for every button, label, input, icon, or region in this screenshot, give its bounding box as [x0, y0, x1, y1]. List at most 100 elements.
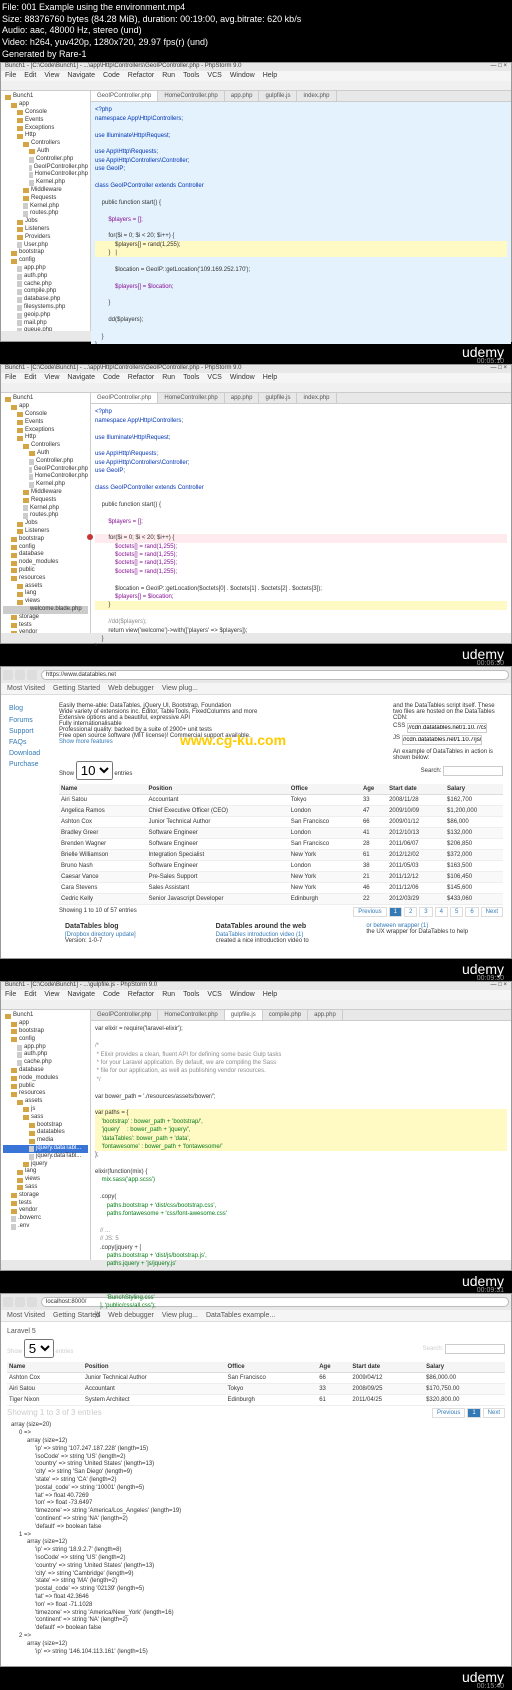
address-bar[interactable]: https://www.datatables.net	[41, 670, 509, 680]
col-name[interactable]: Name	[7, 1362, 83, 1373]
menu-window[interactable]: Window	[230, 991, 255, 999]
menu-help[interactable]: Help	[263, 72, 277, 80]
tab-app[interactable]: app.php	[225, 91, 260, 101]
page-4[interactable]: 4	[435, 907, 448, 917]
search-input[interactable]	[445, 1344, 505, 1354]
tab[interactable]: HomeController.php	[158, 1010, 224, 1020]
tab-home[interactable]: HomeController.php	[158, 393, 224, 403]
forward-button[interactable]	[15, 670, 25, 680]
col-salary[interactable]: Salary	[424, 1362, 505, 1373]
menu-window[interactable]: Window	[230, 374, 255, 382]
menu-edit[interactable]: Edit	[24, 374, 36, 382]
toolbar[interactable]	[1, 383, 511, 393]
menu-tools[interactable]: Tools	[183, 991, 199, 999]
table-row[interactable]: Brielle WilliamsonIntegration Specialist…	[59, 850, 503, 861]
code-editor[interactable]: <?php namespace App\Http\Controllers; us…	[91, 102, 511, 353]
reload-button[interactable]	[27, 670, 37, 680]
menu-code[interactable]: Code	[103, 374, 120, 382]
next-button[interactable]: Next	[481, 907, 503, 917]
tab-index[interactable]: index.php	[297, 393, 336, 403]
menu-edit[interactable]: Edit	[24, 991, 36, 999]
tab[interactable]: compile.php	[263, 1010, 308, 1020]
table-row[interactable]: Ashton CoxJunior Technical AuthorSan Fra…	[7, 1373, 505, 1384]
tab-index[interactable]: index.php	[297, 91, 336, 101]
window-controls[interactable]: — □ ×	[491, 982, 507, 990]
nav-forums[interactable]: Forums	[9, 715, 51, 726]
menu-navigate[interactable]: Navigate	[67, 72, 95, 80]
toolbar[interactable]	[1, 1000, 511, 1010]
col-name[interactable]: Name	[59, 784, 146, 795]
menu-edit[interactable]: Edit	[24, 72, 36, 80]
table-row[interactable]: Caesar VancePre-Sales SupportNew York212…	[59, 872, 503, 883]
bookmark[interactable]: View plug...	[162, 685, 198, 692]
code-editor[interactable]: <?php namespace App\Http\Controllers; us…	[91, 404, 511, 655]
prev-button[interactable]: Previous	[432, 1408, 465, 1418]
col-startdate[interactable]: Start date	[387, 784, 445, 795]
menu-view[interactable]: View	[44, 374, 59, 382]
js-input[interactable]	[402, 735, 482, 745]
menu-file[interactable]: File	[5, 72, 16, 80]
table-row[interactable]: Brenden WagnerSoftware EngineerSan Franc…	[59, 839, 503, 850]
search-input[interactable]	[443, 766, 503, 776]
reload-button[interactable]	[27, 1297, 37, 1307]
col-office[interactable]: Office	[289, 784, 361, 795]
page-6[interactable]: 6	[465, 907, 478, 917]
tab-geoip[interactable]: GeoIPController.php	[91, 393, 158, 403]
window-controls[interactable]: — □ ×	[491, 63, 507, 71]
tab-geoip[interactable]: GeoIPController.php	[91, 91, 158, 101]
menu-tools[interactable]: Tools	[183, 72, 199, 80]
menu-refactor[interactable]: Refactor	[128, 374, 154, 382]
tab-gulp[interactable]: gulpfile.js	[259, 393, 297, 403]
menu-help[interactable]: Help	[263, 991, 277, 999]
menu-file[interactable]: File	[5, 991, 16, 999]
tab[interactable]: app.php	[308, 1010, 343, 1020]
table-row[interactable]: Angelica RamosChief Executive Officer (C…	[59, 806, 503, 817]
tab-gulp[interactable]: gulpfile.js	[259, 91, 297, 101]
col-age[interactable]: Age	[317, 1362, 350, 1373]
col-salary[interactable]: Salary	[445, 784, 503, 795]
bookmark[interactable]: Most Visited	[7, 1312, 45, 1319]
menu-code[interactable]: Code	[103, 991, 120, 999]
table-row[interactable]: Bruno NashSoftware EngineerLondon382011/…	[59, 861, 503, 872]
css-input[interactable]	[407, 723, 487, 733]
table-row[interactable]: Tiger NixonSystem ArchitectEdinburgh6120…	[7, 1395, 505, 1406]
project-tree[interactable]: Bunch1 app bootstrap config app.php auth…	[1, 1010, 91, 1260]
table-row[interactable]: Cara StevensSales AssistantNew York46201…	[59, 883, 503, 894]
nav-download[interactable]: Download	[9, 748, 51, 759]
col-position[interactable]: Position	[83, 1362, 226, 1373]
menu-tools[interactable]: Tools	[183, 374, 199, 382]
nav-support[interactable]: Support	[9, 726, 51, 737]
menu-code[interactable]: Code	[103, 72, 120, 80]
menu-run[interactable]: Run	[162, 72, 175, 80]
tab-home[interactable]: HomeController.php	[158, 91, 224, 101]
nav-purchase[interactable]: Purchase	[9, 759, 51, 770]
back-button[interactable]	[3, 1297, 13, 1307]
table-row[interactable]: Cedric KellySenior Javascript DeveloperE…	[59, 894, 503, 905]
menu-run[interactable]: Run	[162, 374, 175, 382]
project-tree[interactable]: Bunch1 app Console Events Exceptions Htt…	[1, 393, 91, 633]
col-office[interactable]: Office	[226, 1362, 318, 1373]
page-1[interactable]: 1	[467, 1408, 480, 1418]
entries-select[interactable]: 5	[24, 1339, 54, 1358]
table-row[interactable]: Airi SatouAccountantTokyo332008/09/25$17…	[7, 1384, 505, 1395]
menu-refactor[interactable]: Refactor	[128, 991, 154, 999]
menu-vcs[interactable]: VCS	[207, 374, 221, 382]
menu-view[interactable]: View	[44, 72, 59, 80]
page-3[interactable]: 3	[419, 907, 432, 917]
menu-window[interactable]: Window	[230, 72, 255, 80]
menu-run[interactable]: Run	[162, 991, 175, 999]
col-position[interactable]: Position	[146, 784, 288, 795]
toolbar[interactable]	[1, 81, 511, 91]
tab[interactable]: GeoIPController.php	[91, 1010, 158, 1020]
nav-faqs[interactable]: FAQs	[9, 737, 51, 748]
page-5[interactable]: 5	[450, 907, 463, 917]
next-button[interactable]: Next	[483, 1408, 505, 1418]
window-controls[interactable]: — □ ×	[491, 365, 507, 373]
bookmark[interactable]: Most Visited	[7, 685, 45, 692]
col-age[interactable]: Age	[361, 784, 387, 795]
entries-select[interactable]: 10	[76, 761, 113, 780]
menu-navigate[interactable]: Navigate	[67, 374, 95, 382]
bookmark[interactable]: Getting Started	[53, 685, 100, 692]
menu-vcs[interactable]: VCS	[207, 72, 221, 80]
menu-navigate[interactable]: Navigate	[67, 991, 95, 999]
